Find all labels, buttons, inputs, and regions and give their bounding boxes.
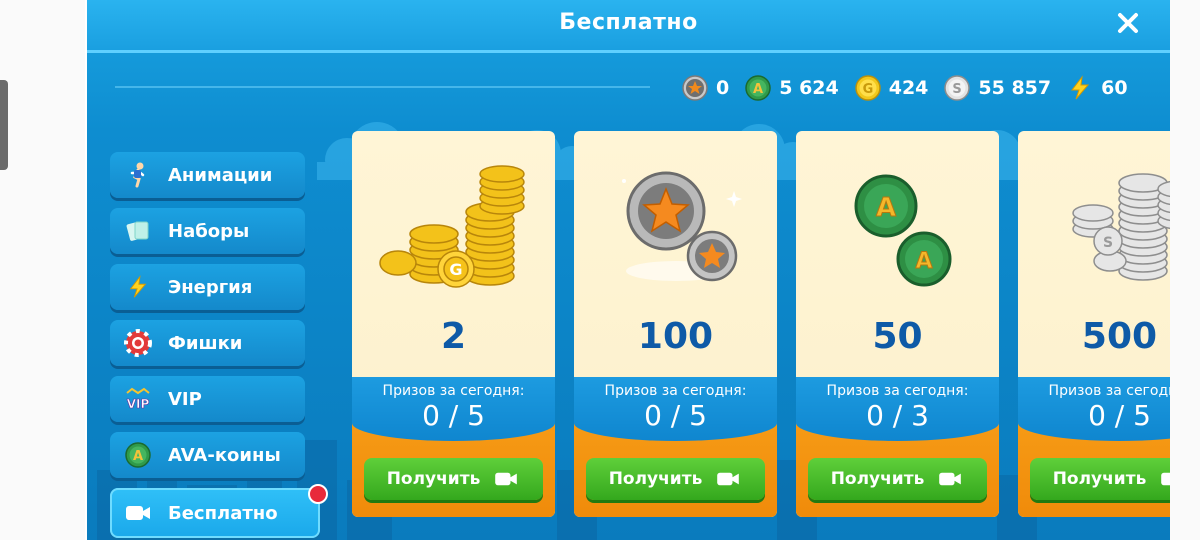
svg-text:A: A: [876, 193, 896, 223]
svg-text:G: G: [862, 82, 873, 97]
lightning-icon: [1071, 75, 1090, 100]
get-reward-button[interactable]: Получить: [586, 458, 765, 500]
prize-count: 0 / 3: [866, 399, 929, 432]
prize-label: Призов за сегодня:: [826, 383, 969, 399]
svg-text:S: S: [1103, 235, 1113, 251]
ava-coins-value: 5 624: [779, 77, 839, 99]
poker-chip-icon: [122, 327, 154, 359]
reward-amount: 50: [872, 316, 923, 357]
energy-value: 60: [1101, 77, 1128, 99]
svg-text:A: A: [915, 249, 932, 274]
get-button-label: Получить: [1052, 469, 1147, 489]
sidebar-item-label: Энергия: [168, 276, 253, 298]
get-reward-button[interactable]: Получить: [1030, 458, 1170, 500]
cards-icon: [122, 215, 154, 247]
gold-coins-pile-icon: G: [379, 165, 525, 288]
sidebar-item-label: VIP: [168, 388, 202, 410]
video-camera-icon: [122, 497, 154, 529]
video-camera-icon: [495, 472, 518, 486]
get-button-label: Получить: [830, 469, 925, 489]
right-system-strip: [1170, 0, 1200, 540]
currency-ava-coins: A 5 624: [745, 75, 839, 101]
sidebar-item-sets[interactable]: Наборы: [110, 208, 305, 254]
sidebar-item-label: Бесплатно: [168, 502, 278, 524]
notification-dot: [308, 484, 328, 504]
sidebar-item-label: Фишки: [168, 332, 243, 354]
prize-count: 0 / 5: [644, 399, 707, 432]
sidebar-item-ava-coins[interactable]: A AVA-коины: [110, 432, 305, 478]
svg-text:VIP: VIP: [127, 397, 150, 411]
sidebar-item-label: Наборы: [168, 220, 250, 242]
sidebar-item-label: AVA-коины: [168, 444, 281, 466]
svg-text:A: A: [753, 82, 763, 97]
get-button-label: Получить: [386, 469, 481, 489]
reward-card-ava: A A 50 Призов за сегодня: 0 / 3 Получить: [796, 131, 999, 517]
currency-energy: 60: [1067, 75, 1128, 101]
lightning-icon: [122, 271, 154, 303]
left-system-strip: [0, 0, 85, 540]
prize-label: Призов за сегодня:: [604, 383, 747, 399]
sidebar-item-energy[interactable]: Энергия: [110, 264, 305, 310]
reward-card-silver: S 500 Призов за сегодня: 0 / 5 Получить: [1018, 131, 1170, 517]
video-camera-icon: [1161, 472, 1170, 486]
prize-label: Призов за сегодня:: [382, 383, 525, 399]
prize-label: Призов за сегодня:: [1048, 383, 1170, 399]
gold-coin-icon: G: [854, 75, 881, 101]
running-man-icon: [122, 159, 154, 191]
ava-coin-icon: A: [745, 75, 771, 101]
silver-coin-icon: S: [944, 75, 971, 101]
svg-text:A: A: [133, 449, 143, 464]
dialog-title: Бесплатно: [559, 10, 698, 35]
close-icon[interactable]: [1113, 8, 1143, 38]
video-camera-icon: [717, 472, 740, 486]
ava-coin-icon: A: [122, 439, 154, 471]
star-coin-icon: [682, 75, 708, 101]
silver-coins-value: 55 857: [978, 77, 1052, 99]
svg-text:G: G: [449, 260, 462, 279]
currency-gold-coins: G 424: [854, 75, 929, 101]
header-divider: [115, 86, 650, 88]
title-bar: Бесплатно: [87, 0, 1170, 53]
gold-coins-value: 424: [888, 77, 929, 99]
get-reward-button[interactable]: Получить: [364, 458, 543, 500]
sidebar: Анимации Наборы Энергия Фишки VIP VIP A …: [110, 152, 328, 540]
sidebar-item-animations[interactable]: Анимации: [110, 152, 305, 198]
silver-coins-pile-icon: S: [1072, 173, 1170, 281]
reward-amount: 500: [1081, 316, 1158, 357]
get-reward-button[interactable]: Получить: [808, 458, 987, 500]
sidebar-item-free[interactable]: Бесплатно: [110, 484, 328, 538]
reward-card-gold: G 2 Призов за сегодня: 0 / 5 Получить: [352, 131, 555, 517]
currency-silver-coins: S 55 857: [944, 75, 1051, 101]
sidebar-item-chips[interactable]: Фишки: [110, 320, 305, 366]
sidebar-item-vip[interactable]: VIP VIP: [110, 376, 305, 422]
sidebar-item-label: Анимации: [168, 164, 273, 186]
svg-text:S: S: [953, 82, 962, 97]
reward-amount: 100: [637, 316, 714, 357]
edge-handle[interactable]: [0, 80, 8, 170]
ava-coins-icon: A A: [854, 174, 952, 287]
currency-star-coins: 0: [682, 75, 729, 101]
prize-count: 0 / 5: [422, 399, 485, 432]
get-button-label: Получить: [608, 469, 703, 489]
star-coins-icon: [622, 171, 742, 282]
reward-amount: 2: [440, 316, 467, 357]
currency-bar: 0 A 5 624 G 424 S 55 857 60: [682, 72, 1128, 104]
star-coins-value: 0: [716, 77, 730, 99]
vip-icon: VIP: [122, 383, 154, 415]
prize-count: 0 / 5: [1088, 399, 1151, 432]
video-camera-icon: [939, 472, 962, 486]
free-rewards-dialog: Бесплатно 0 A 5 624 G 424 S 55 857 60 Ан…: [87, 0, 1170, 540]
reward-card-stars: 100 Призов за сегодня: 0 / 5 Получить: [574, 131, 777, 517]
